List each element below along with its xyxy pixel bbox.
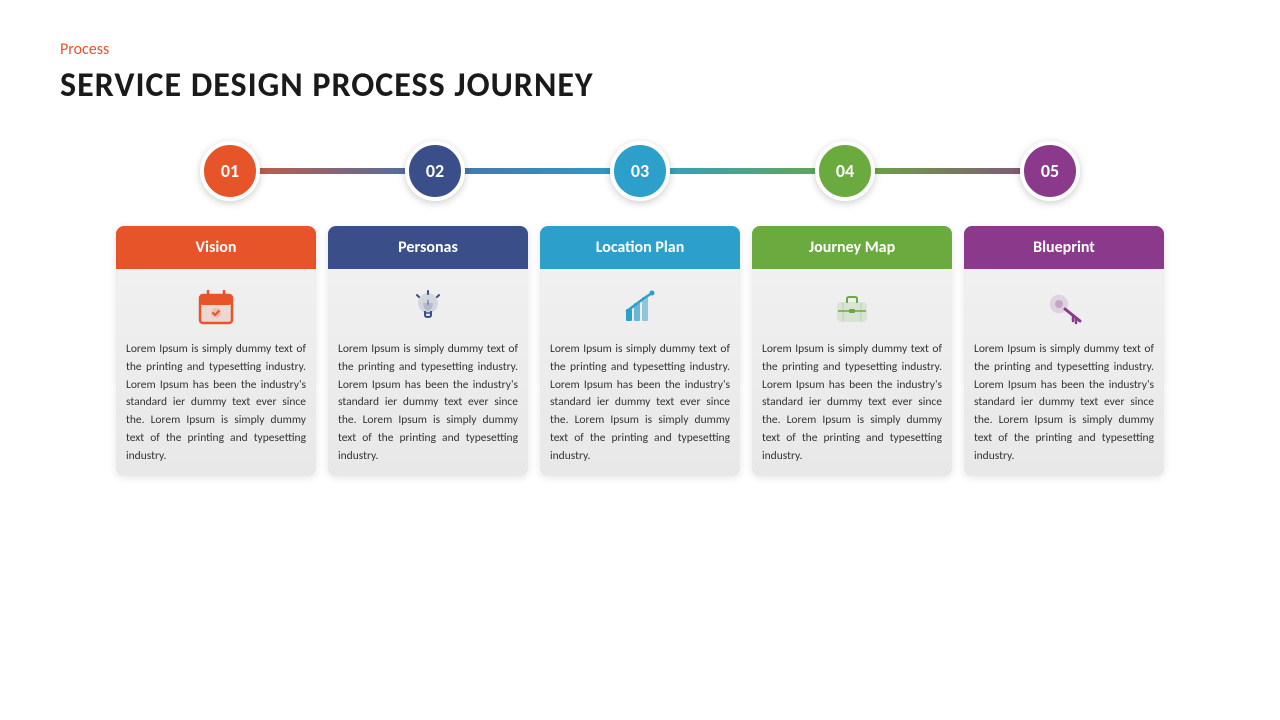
timeline-node-4: 04 (815, 141, 875, 201)
card-personas: Personas Lorem Ipsum is simply dum (328, 226, 528, 476)
card-body-location-plan: Lorem Ipsum is simply dummy text of the … (540, 269, 740, 476)
card-header-journey-map: Journey Map (752, 226, 952, 269)
page-title: SERVICE DESIGN PROCESS JOURNEY (60, 65, 1220, 106)
card-text-location-plan: Lorem Ipsum is simply dummy text of the … (550, 341, 730, 466)
node-circle-2: 02 (405, 141, 465, 201)
timeline-node-3: 03 (610, 141, 670, 201)
card-title-vision: Vision (196, 238, 237, 257)
timeline: 01 02 03 04 05 (60, 136, 1220, 206)
card-blueprint: Blueprint Lorem Ipsum is simply dummy te… (964, 226, 1164, 476)
card-title-journey-map: Journey Map (809, 238, 895, 257)
slide: Process SERVICE DESIGN PROCESS JOURNEY 0… (0, 0, 1280, 720)
key-icon (1046, 284, 1082, 329)
timeline-node-2: 02 (405, 141, 465, 201)
node-circle-5: 05 (1020, 141, 1080, 201)
card-text-personas: Lorem Ipsum is simply dummy text of the … (338, 341, 518, 466)
card-header-blueprint: Blueprint (964, 226, 1164, 269)
card-body-vision: Lorem Ipsum is simply dummy text of the … (116, 269, 316, 476)
card-body-journey-map: Lorem Ipsum is simply dummy text of the … (752, 269, 952, 476)
briefcase-icon (834, 284, 870, 329)
card-header-personas: Personas (328, 226, 528, 269)
card-title-blueprint: Blueprint (1033, 238, 1095, 257)
card-header-vision: Vision (116, 226, 316, 269)
node-circle-1: 01 (200, 141, 260, 201)
card-vision: Vision Lorem Ipsum is simply dummy text … (116, 226, 316, 476)
node-circle-4: 04 (815, 141, 875, 201)
card-text-vision: Lorem Ipsum is simply dummy text of the … (126, 341, 306, 466)
timeline-node-5: 05 (1020, 141, 1080, 201)
card-text-journey-map: Lorem Ipsum is simply dummy text of the … (762, 341, 942, 466)
bulb-icon (410, 284, 446, 329)
calendar-icon (198, 284, 234, 329)
card-body-personas: Lorem Ipsum is simply dummy text of the … (328, 269, 528, 476)
card-title-location-plan: Location Plan (596, 238, 685, 257)
timeline-node-1: 01 (200, 141, 260, 201)
card-text-blueprint: Lorem Ipsum is simply dummy text of the … (974, 341, 1154, 466)
card-header-location-plan: Location Plan (540, 226, 740, 269)
card-journey-map: Journey Map Lorem Ipsum is simply dummy … (752, 226, 952, 476)
card-location-plan: Location Plan Lorem Ipsum is simply dumm… (540, 226, 740, 476)
chart-icon (622, 284, 658, 329)
process-label: Process (60, 40, 1220, 59)
card-body-blueprint: Lorem Ipsum is simply dummy text of the … (964, 269, 1164, 476)
card-title-personas: Personas (398, 238, 458, 257)
timeline-nodes: 01 02 03 04 05 (60, 141, 1220, 201)
cards-section: Vision Lorem Ipsum is simply dummy text … (60, 226, 1220, 476)
node-circle-3: 03 (610, 141, 670, 201)
